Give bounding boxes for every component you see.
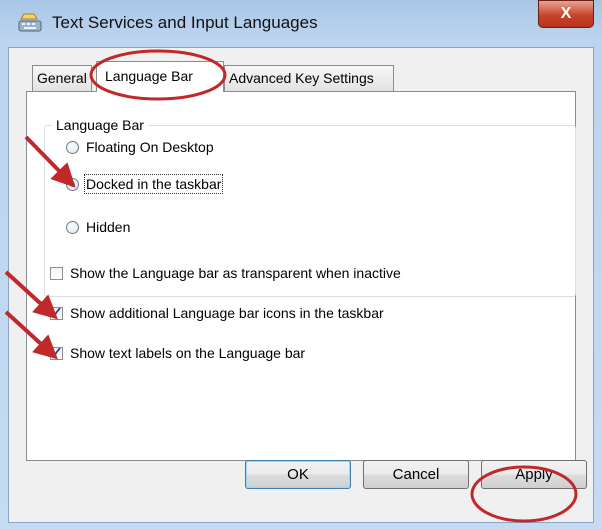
cancel-button[interactable]: Cancel — [363, 460, 469, 489]
radio-button-selected[interactable] — [66, 177, 79, 191]
checkbox-label: Show text labels on the Language bar — [70, 345, 306, 361]
checkbox[interactable] — [50, 266, 63, 280]
groupbox-title: Language Bar — [52, 117, 148, 133]
checkbox-label: Show the Language bar as transparent whe… — [70, 265, 401, 281]
radio-label: Docked in the taskbar — [83, 174, 224, 194]
window-title: Text Services and Input Languages — [52, 13, 318, 32]
radio-docked-in-taskbar[interactable]: Docked in the taskbar — [66, 174, 224, 194]
radio-hidden[interactable]: Hidden — [66, 219, 130, 235]
checkbox-checked[interactable] — [50, 344, 63, 361]
checkbox-label: Show additional Language bar icons in th… — [70, 305, 384, 321]
radio-button[interactable] — [66, 140, 79, 154]
tab-advanced-key-settings[interactable]: Advanced Key Settings — [224, 65, 394, 91]
checkbox-text-labels[interactable]: Show text labels on the Language bar — [50, 344, 306, 361]
keyboard-app-icon — [18, 13, 42, 32]
ok-button[interactable]: OK — [245, 460, 351, 489]
tab-language-bar[interactable]: Language Bar — [96, 61, 224, 92]
radio-floating-on-desktop[interactable]: Floating On Desktop — [66, 139, 214, 155]
checkbox-transparent-when-inactive[interactable]: Show the Language bar as transparent whe… — [50, 265, 401, 281]
radio-label: Floating On Desktop — [86, 139, 214, 155]
radio-button[interactable] — [66, 220, 79, 234]
radio-label: Hidden — [86, 219, 131, 235]
close-button[interactable]: X — [538, 0, 594, 28]
title-bar[interactable]: Text Services and Input Languages X — [0, 0, 602, 46]
checkbox-checked[interactable] — [50, 304, 63, 321]
tab-general[interactable]: General — [32, 65, 92, 91]
apply-button[interactable]: Apply — [481, 460, 587, 489]
checkbox-additional-icons[interactable]: Show additional Language bar icons in th… — [50, 304, 384, 321]
dialog-content: General Language Bar Advanced Key Settin… — [8, 47, 594, 523]
